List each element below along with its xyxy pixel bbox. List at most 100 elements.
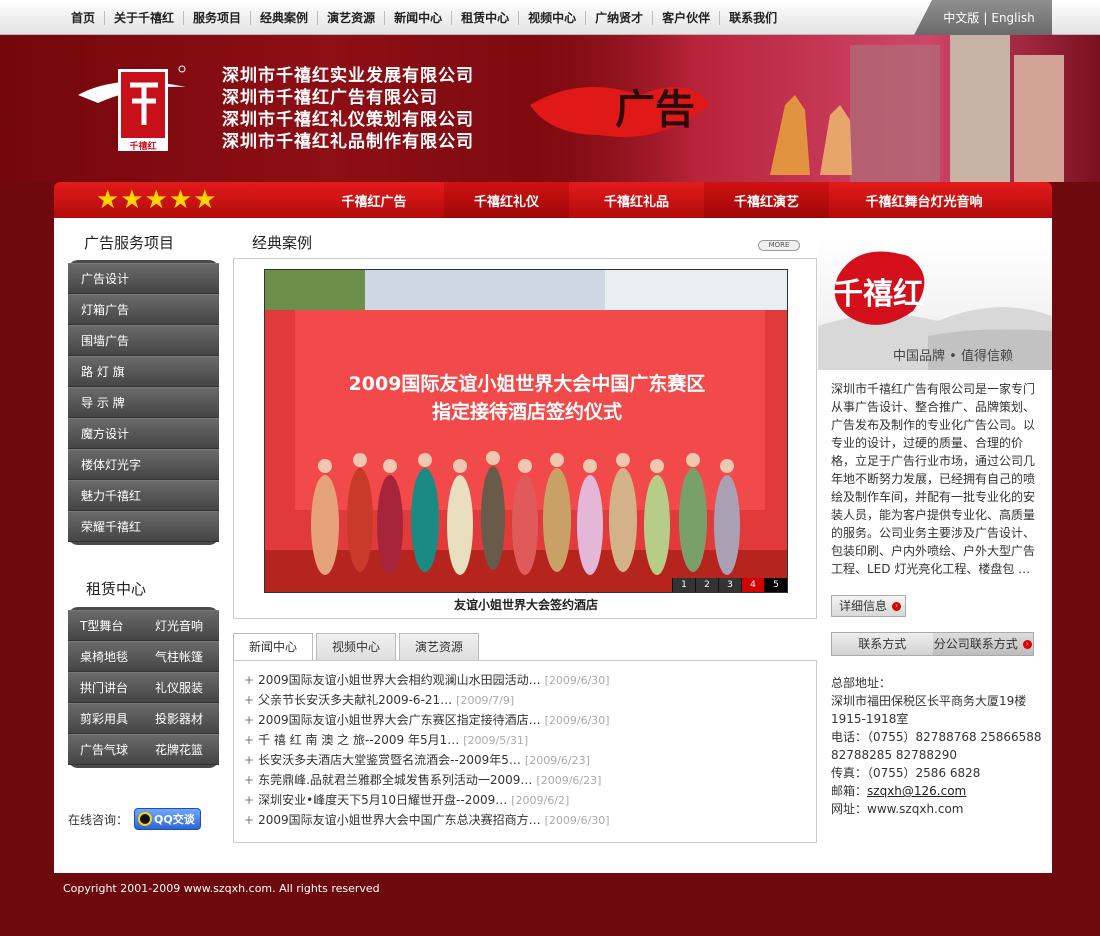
tab-contact-info[interactable]: 联系方式	[832, 633, 933, 655]
menu-performance[interactable]: 千禧红演艺	[704, 182, 829, 218]
ad-services-menu: 广告设计 灯箱广告 围墙广告 路 灯 旗 导 示 牌 魔方设计 楼体灯光字 魅力…	[68, 260, 219, 545]
plus-icon: +	[244, 793, 255, 807]
detail-info-button[interactable]: 详细信息 ›	[831, 595, 906, 617]
lang-separator: |	[983, 10, 988, 25]
news-title[interactable]: 2009国际友谊小姐世界大会相约观澜山水田园活动…	[258, 673, 541, 687]
news-title[interactable]: 父亲节长安沃多夫献礼2009-6-21…	[258, 693, 452, 707]
nav-performance[interactable]: 演艺资源	[318, 10, 386, 25]
side-item-charm[interactable]: 魅力千禧红	[68, 480, 219, 511]
case-photo[interactable]: 2009国际友谊小姐世界大会中国广东赛区 指定接待酒店签约仪式 1 2 3 4 …	[264, 269, 788, 593]
top-navigation: 首页 关于千禧红 服务项目 经典案例 演艺资源 新闻中心 租赁中心 视频中心 广…	[0, 0, 1100, 35]
qq-chat-button[interactable]: QQ交谈	[134, 808, 202, 830]
rating-stars-icon: ★★★★★	[96, 185, 218, 215]
plus-icon: +	[244, 713, 255, 727]
menu-etiquette[interactable]: 千禧红礼仪	[444, 182, 569, 218]
news-title[interactable]: 2009国际友谊小姐世界大会中国广东总决赛招商方…	[258, 813, 541, 827]
contact-website-row: 网址：www.szqxh.com	[831, 800, 1046, 818]
news-title[interactable]: 深圳安业•峰度天下5月10日耀世开盘--2009…	[258, 793, 507, 807]
news-date: [2009/6/23]	[536, 774, 602, 787]
photo-pagination: 1 2 3 4 5	[672, 578, 787, 592]
rental-item[interactable]: 气柱帐篷	[143, 642, 218, 671]
contact-website-label: 网址：	[831, 802, 868, 816]
rental-item[interactable]: 广告气球	[68, 735, 143, 764]
contact-email-link[interactable]: szqxh@126.com	[867, 784, 966, 798]
menu-advertising[interactable]: 千禧红广告	[309, 182, 439, 218]
photo-page-3[interactable]: 3	[718, 578, 741, 592]
main-content: 广告服务项目 广告设计 灯箱广告 围墙广告 路 灯 旗 导 示 牌 魔方设计 楼…	[54, 218, 1052, 873]
side-item-street-flag[interactable]: 路 灯 旗	[68, 356, 219, 387]
cases-more-button[interactable]: MORE	[758, 240, 800, 251]
news-date: [2009/6/2]	[511, 794, 570, 807]
news-date: [2009/6/30]	[544, 674, 610, 687]
company-logo[interactable]: 千禧红	[78, 65, 188, 155]
rental-row: 广告气球 花牌花篮	[68, 734, 219, 765]
lang-chinese-link[interactable]: 中文版	[943, 9, 979, 26]
photo-page-4[interactable]: 4	[741, 578, 764, 592]
photo-banner-text-2: 指定接待酒店签约仪式	[432, 400, 622, 423]
nav-services[interactable]: 服务项目	[184, 10, 252, 25]
side-item-signage[interactable]: 导 示 牌	[68, 387, 219, 418]
side-item-glory[interactable]: 荣耀千禧红	[68, 511, 219, 542]
tab-performance[interactable]: 演艺资源	[399, 633, 480, 660]
menu-stage-lighting[interactable]: 千禧红舞台灯光音响	[834, 182, 1014, 218]
news-title[interactable]: 东莞鼎峰.品就君兰雅郡全城发售系列活动一2009…	[258, 773, 532, 787]
company-name-4: 深圳市千禧红礼品制作有限公司	[222, 132, 474, 152]
company-name-3: 深圳市千禧红礼仪策划有限公司	[222, 110, 474, 130]
news-title[interactable]: 长安沃多夫酒店大堂鉴赏暨名流酒会--2009年5…	[258, 753, 521, 767]
nav-news[interactable]: 新闻中心	[385, 10, 453, 25]
rental-menu: T型舞台 灯光音响 桌椅地毯 气柱帐篷 拱门讲台 礼仪服装 剪彩用具 投影器材 …	[68, 607, 219, 768]
online-consult-label: 在线咨询：	[68, 812, 129, 827]
tab-news-center[interactable]: 新闻中心	[233, 633, 314, 660]
news-date: [2009/6/23]	[524, 754, 590, 767]
side-item-building-light[interactable]: 楼体灯光字	[68, 449, 219, 480]
rental-row: 桌椅地毯 气柱帐篷	[68, 641, 219, 672]
rental-item[interactable]: 剪彩用具	[68, 704, 143, 733]
nav-contact[interactable]: 联系我们	[720, 11, 786, 25]
rental-item[interactable]: 投影器材	[143, 704, 218, 733]
news-item: + 东莞鼎峰.品就君兰雅郡全城发售系列活动一2009… [2009/6/23]	[244, 770, 806, 790]
rental-item[interactable]: 拱门讲台	[68, 673, 143, 702]
brand-slogan: 中国品牌 • 值得信赖	[893, 348, 1013, 364]
case-caption[interactable]: 友谊小姐世界大会签约酒店	[234, 596, 818, 613]
news-list: +2009国际友谊小姐世界大会相约观澜山水田园活动… [2009/6/30] + 父…	[233, 660, 817, 843]
side-item-ad-design[interactable]: 广告设计	[68, 263, 219, 294]
nav-rental[interactable]: 租赁中心	[452, 10, 520, 25]
ad-services-title: 广告服务项目	[84, 234, 175, 252]
photo-page-1[interactable]: 1	[672, 578, 695, 592]
top-nav-items: 首页 关于千禧红 服务项目 经典案例 演艺资源 新闻中心 租赁中心 视频中心 广…	[62, 0, 786, 35]
rental-item[interactable]: 花牌花篮	[143, 735, 218, 764]
company-about: 深圳市千禧红广告有限公司是一家专门从事广告设计、整合推广、品牌策划、广告发布及制…	[831, 382, 1036, 576]
side-item-cube-design[interactable]: 魔方设计	[68, 418, 219, 449]
rental-item[interactable]: 灯光音响	[143, 611, 218, 640]
rental-item[interactable]: 礼仪服装	[143, 673, 218, 702]
contact-website-link[interactable]: www.szqxh.com	[867, 802, 963, 816]
nav-home[interactable]: 首页	[62, 10, 106, 25]
tab-video-center[interactable]: 视频中心	[316, 633, 397, 660]
brand-box: 千禧红 中国品牌 • 值得信赖	[818, 236, 1052, 370]
news-title[interactable]: 千 禧 红 南 澳 之 旅--2009 年5月1…	[258, 733, 459, 747]
nav-careers[interactable]: 广纳贤才	[586, 10, 654, 25]
side-item-wall-ad[interactable]: 围墙广告	[68, 325, 219, 356]
news-date: [2009/5/31]	[463, 734, 529, 747]
news-item: + 长安沃多夫酒店大堂鉴赏暨名流酒会--2009年5… [2009/6/23]	[244, 750, 806, 770]
header-banner: 千禧红 深圳市千禧红实业发展有限公司 深圳市千禧红广告有限公司 深圳市千禧红礼仪…	[0, 35, 1100, 182]
rental-item[interactable]: T型舞台	[68, 611, 143, 640]
rental-row: 剪彩用具 投影器材	[68, 703, 219, 734]
menu-gifts[interactable]: 千禧红礼品	[574, 182, 699, 218]
plus-icon: +	[244, 813, 255, 827]
contact-info: 总部地址： 深圳市福田保税区长平商务大厦19楼1915-1918室 电话：（07…	[831, 674, 1046, 818]
nav-cases[interactable]: 经典案例	[251, 10, 319, 25]
footer-copyright: Copyright 2001-2009 www.szqxh.com. All r…	[63, 882, 380, 895]
photo-page-2[interactable]: 2	[695, 578, 718, 592]
nav-about[interactable]: 关于千禧红	[105, 10, 185, 25]
news-item: +2009国际友谊小姐世界大会中国广东总决赛招商方… [2009/6/30]	[244, 810, 806, 830]
contact-address-label: 总部地址：	[831, 676, 892, 690]
nav-partners[interactable]: 客户伙伴	[653, 10, 721, 25]
tab-branch-contact[interactable]: 分公司联系方式 ›	[932, 633, 1033, 655]
lang-english-link[interactable]: English	[991, 11, 1034, 25]
nav-video[interactable]: 视频中心	[519, 10, 587, 25]
news-title[interactable]: 2009国际友谊小姐世界大会广东赛区指定接待酒店…	[258, 713, 541, 727]
rental-item[interactable]: 桌椅地毯	[68, 642, 143, 671]
photo-page-5[interactable]: 5	[764, 578, 787, 592]
side-item-lightbox[interactable]: 灯箱广告	[68, 294, 219, 325]
